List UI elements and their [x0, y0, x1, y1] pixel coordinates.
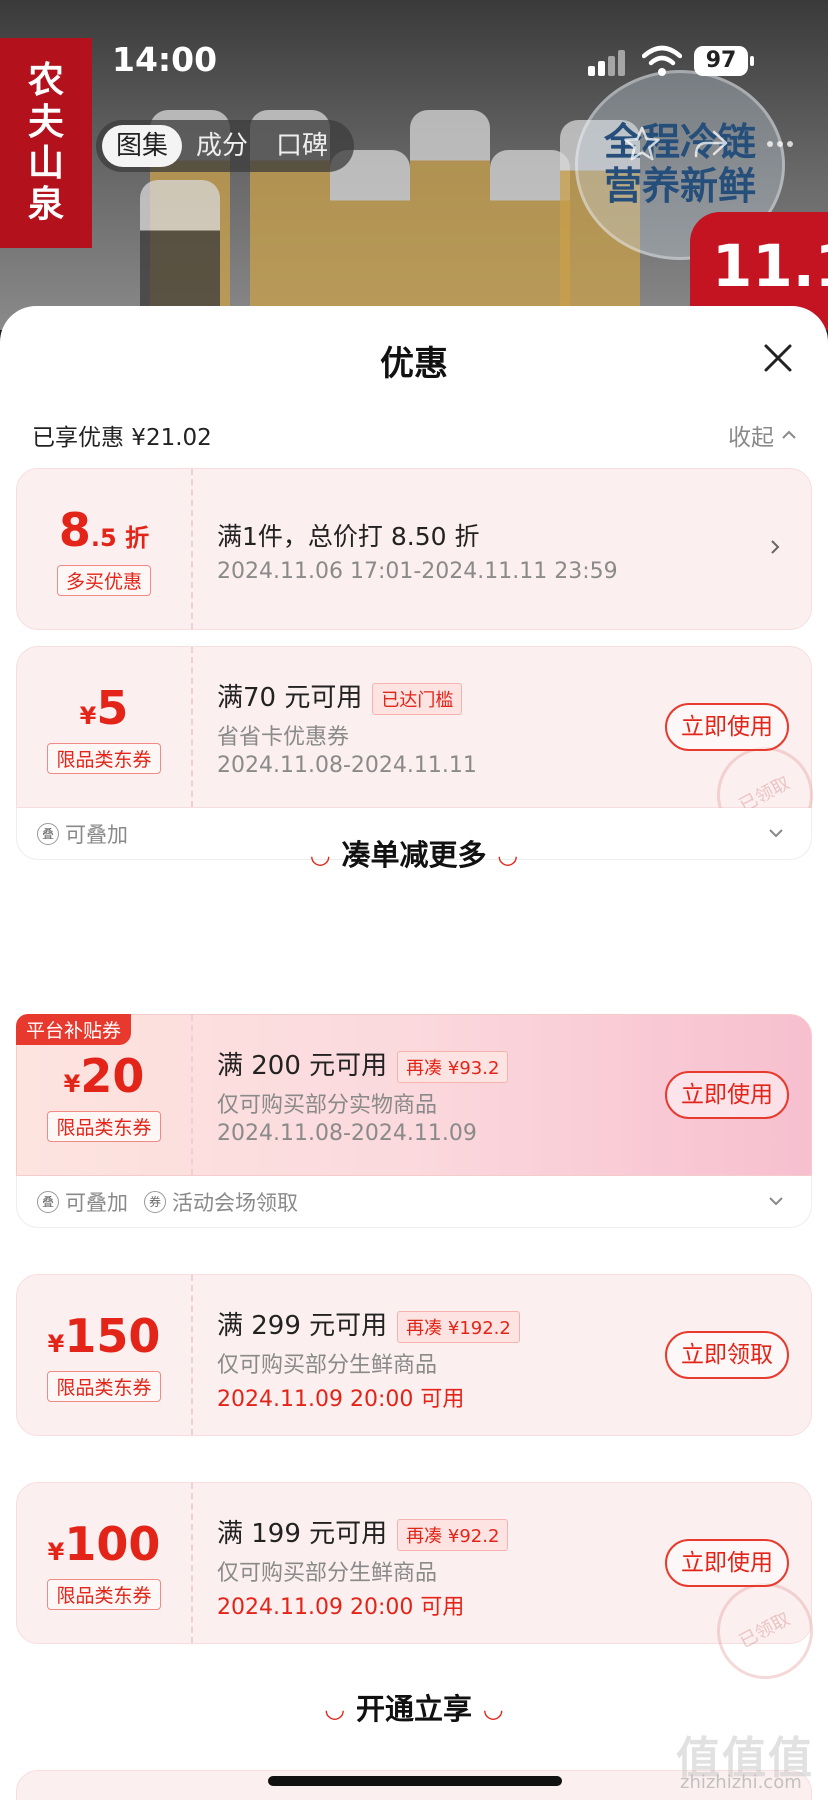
coupon-validity: 2024.11.08-2024.11.11 [217, 753, 477, 778]
coupon-amount: 150 [64, 1308, 161, 1363]
share-icon[interactable] [690, 124, 730, 164]
coupon-value: 8.5 折 多买优惠 [17, 469, 193, 629]
coupon-amount: 5 [96, 680, 129, 735]
coupon-card-5[interactable]: ¥5 限品类东券 满70 元可用 已达门槛 省省卡优惠券 2024.11.08-2… [16, 646, 828, 860]
smile-icon: ◡ [311, 841, 330, 869]
coupon-desc: 省省卡优惠券 [217, 725, 350, 750]
status-time: 14:00 [112, 40, 218, 79]
chevron-right-icon[interactable] [767, 539, 783, 555]
collapse-label: 收起 [728, 425, 774, 451]
discount-sheet: 优惠 已享优惠 ¥21.02 收起 8.5 折 多买优惠 满1件，总价打 8.5… [0, 306, 828, 1800]
coupon-card-20[interactable]: 平台补贴券 ¥20 限品类东券 满 200 元可用 再凑 ¥93.2 仅可购买部分… [16, 1014, 812, 1176]
home-indicator[interactable] [268, 1776, 562, 1786]
discount-main: 8 [58, 502, 91, 557]
claim-now-button[interactable]: 立即领取 [665, 1331, 789, 1379]
coupon-card-100[interactable]: ¥100 限品类东券 满 199 元可用 再凑 ¥92.2 仅可购买部分生鲜商品 … [16, 1482, 828, 1696]
tab-reviews[interactable]: 口碑 [262, 125, 342, 167]
tab-gallery[interactable]: 图集 [102, 125, 183, 167]
cellular-signal-icon [588, 50, 628, 76]
coupon-tag: 限品类东券 [47, 1578, 161, 1610]
coupon-amount: 100 [64, 1516, 161, 1571]
stackable-label: 可叠加 [65, 1190, 128, 1215]
chevron-down-icon [769, 1197, 783, 1206]
gallery-tabs: 图集 成分 口碑 [96, 120, 354, 172]
coupon-available-time: 2024.11.09 20:00 可用 [217, 1595, 465, 1620]
favorite-star-icon[interactable] [622, 124, 662, 164]
coupon-stack-row[interactable]: 叠可叠加 券活动会场领取 [16, 1176, 812, 1228]
watermark-url: zhizhizhi.com [680, 1772, 802, 1793]
collapse-button[interactable]: 收起 [728, 418, 798, 452]
use-now-button[interactable]: 立即使用 [665, 1539, 789, 1587]
coupon-value: ¥100 限品类东券 [17, 1483, 193, 1643]
gap-badge: 再凑 ¥93.2 [397, 1050, 509, 1083]
product-bottle [410, 110, 490, 330]
coupon-value: ¥5 限品类东券 [17, 647, 193, 807]
use-now-button[interactable]: 立即使用 [665, 703, 789, 751]
use-now-button[interactable]: 立即使用 [665, 1071, 789, 1119]
battery-cap [750, 56, 754, 66]
coupon-available-time: 2024.11.09 20:00 可用 [217, 1387, 465, 1412]
product-bottle [330, 150, 410, 330]
chevron-up-icon [782, 430, 796, 439]
product-bottle [490, 150, 570, 330]
sheet-title: 优惠 [380, 344, 448, 384]
coupon-tag: 限品类东券 [47, 1370, 161, 1402]
applied-discount-summary: 已享优惠 ¥21.02 [32, 425, 212, 451]
coupon-desc: 仅可购买部分生鲜商品 [217, 1353, 438, 1378]
coupon-desc: 仅可购买部分生鲜商品 [217, 1561, 438, 1586]
section-header-more: ◡ 凑单减更多 ◡ [311, 838, 517, 872]
smile-icon: ◡ [498, 841, 517, 869]
coupon-amount: 20 [80, 1048, 145, 1103]
gap-badge: 再凑 ¥192.2 [397, 1310, 520, 1343]
wifi-icon [642, 45, 682, 76]
venue-icon: 券 [144, 1190, 166, 1213]
coupon-value: ¥150 限品类东券 [17, 1275, 193, 1435]
smile-icon: ◡ [484, 1695, 503, 1723]
coupon-validity: 2024.11.08-2024.11.09 [217, 1121, 477, 1146]
currency-symbol: ¥ [79, 701, 97, 730]
coupon-card-150[interactable]: ¥150 限品类东券 满 299 元可用 再凑 ¥192.2 仅可购买部分生鲜商品… [16, 1274, 812, 1436]
coupon-title: 满1件，总价打 8.50 折 [217, 522, 480, 551]
stack-icon: 叠 [37, 1190, 59, 1213]
coupon-title: 满70 元可用 [217, 683, 363, 713]
currency-symbol: ¥ [47, 1537, 65, 1566]
currency-symbol: ¥ [47, 1329, 65, 1358]
discount-sub: .5 折 [90, 523, 150, 552]
currency-symbol: ¥ [63, 1069, 81, 1098]
coupon-validity: 2024.11.06 17:01-2024.11.11 23:59 [217, 559, 618, 584]
coupon-value: ¥20 限品类东券 [17, 1015, 193, 1175]
coupon-title: 满 299 元可用 [217, 1311, 388, 1341]
more-icon[interactable] [760, 124, 800, 164]
close-icon[interactable] [758, 338, 798, 378]
smile-icon: ◡ [325, 1695, 344, 1723]
tab-ingredients[interactable]: 成分 [182, 125, 262, 167]
battery-indicator: 97 [694, 46, 748, 76]
gap-badge: 再凑 ¥92.2 [397, 1518, 509, 1551]
threshold-badge: 已达门槛 [372, 682, 463, 715]
coupon-title: 满 199 元可用 [217, 1519, 388, 1549]
venue-claim-label: 活动会场领取 [172, 1190, 298, 1215]
status-bar: 14:00 97 [0, 0, 828, 120]
coupon-tag: 限品类东券 [47, 1110, 161, 1142]
coupon-tag: 多买优惠 [56, 564, 151, 596]
coupon-card-multibuy[interactable]: 8.5 折 多买优惠 满1件，总价打 8.50 折 2024.11.06 17:… [16, 468, 812, 630]
coupon-title: 满 200 元可用 [217, 1051, 388, 1081]
coupon-tag: 限品类东券 [47, 742, 161, 774]
coupon-desc: 仅可购买部分实物商品 [217, 1093, 438, 1118]
